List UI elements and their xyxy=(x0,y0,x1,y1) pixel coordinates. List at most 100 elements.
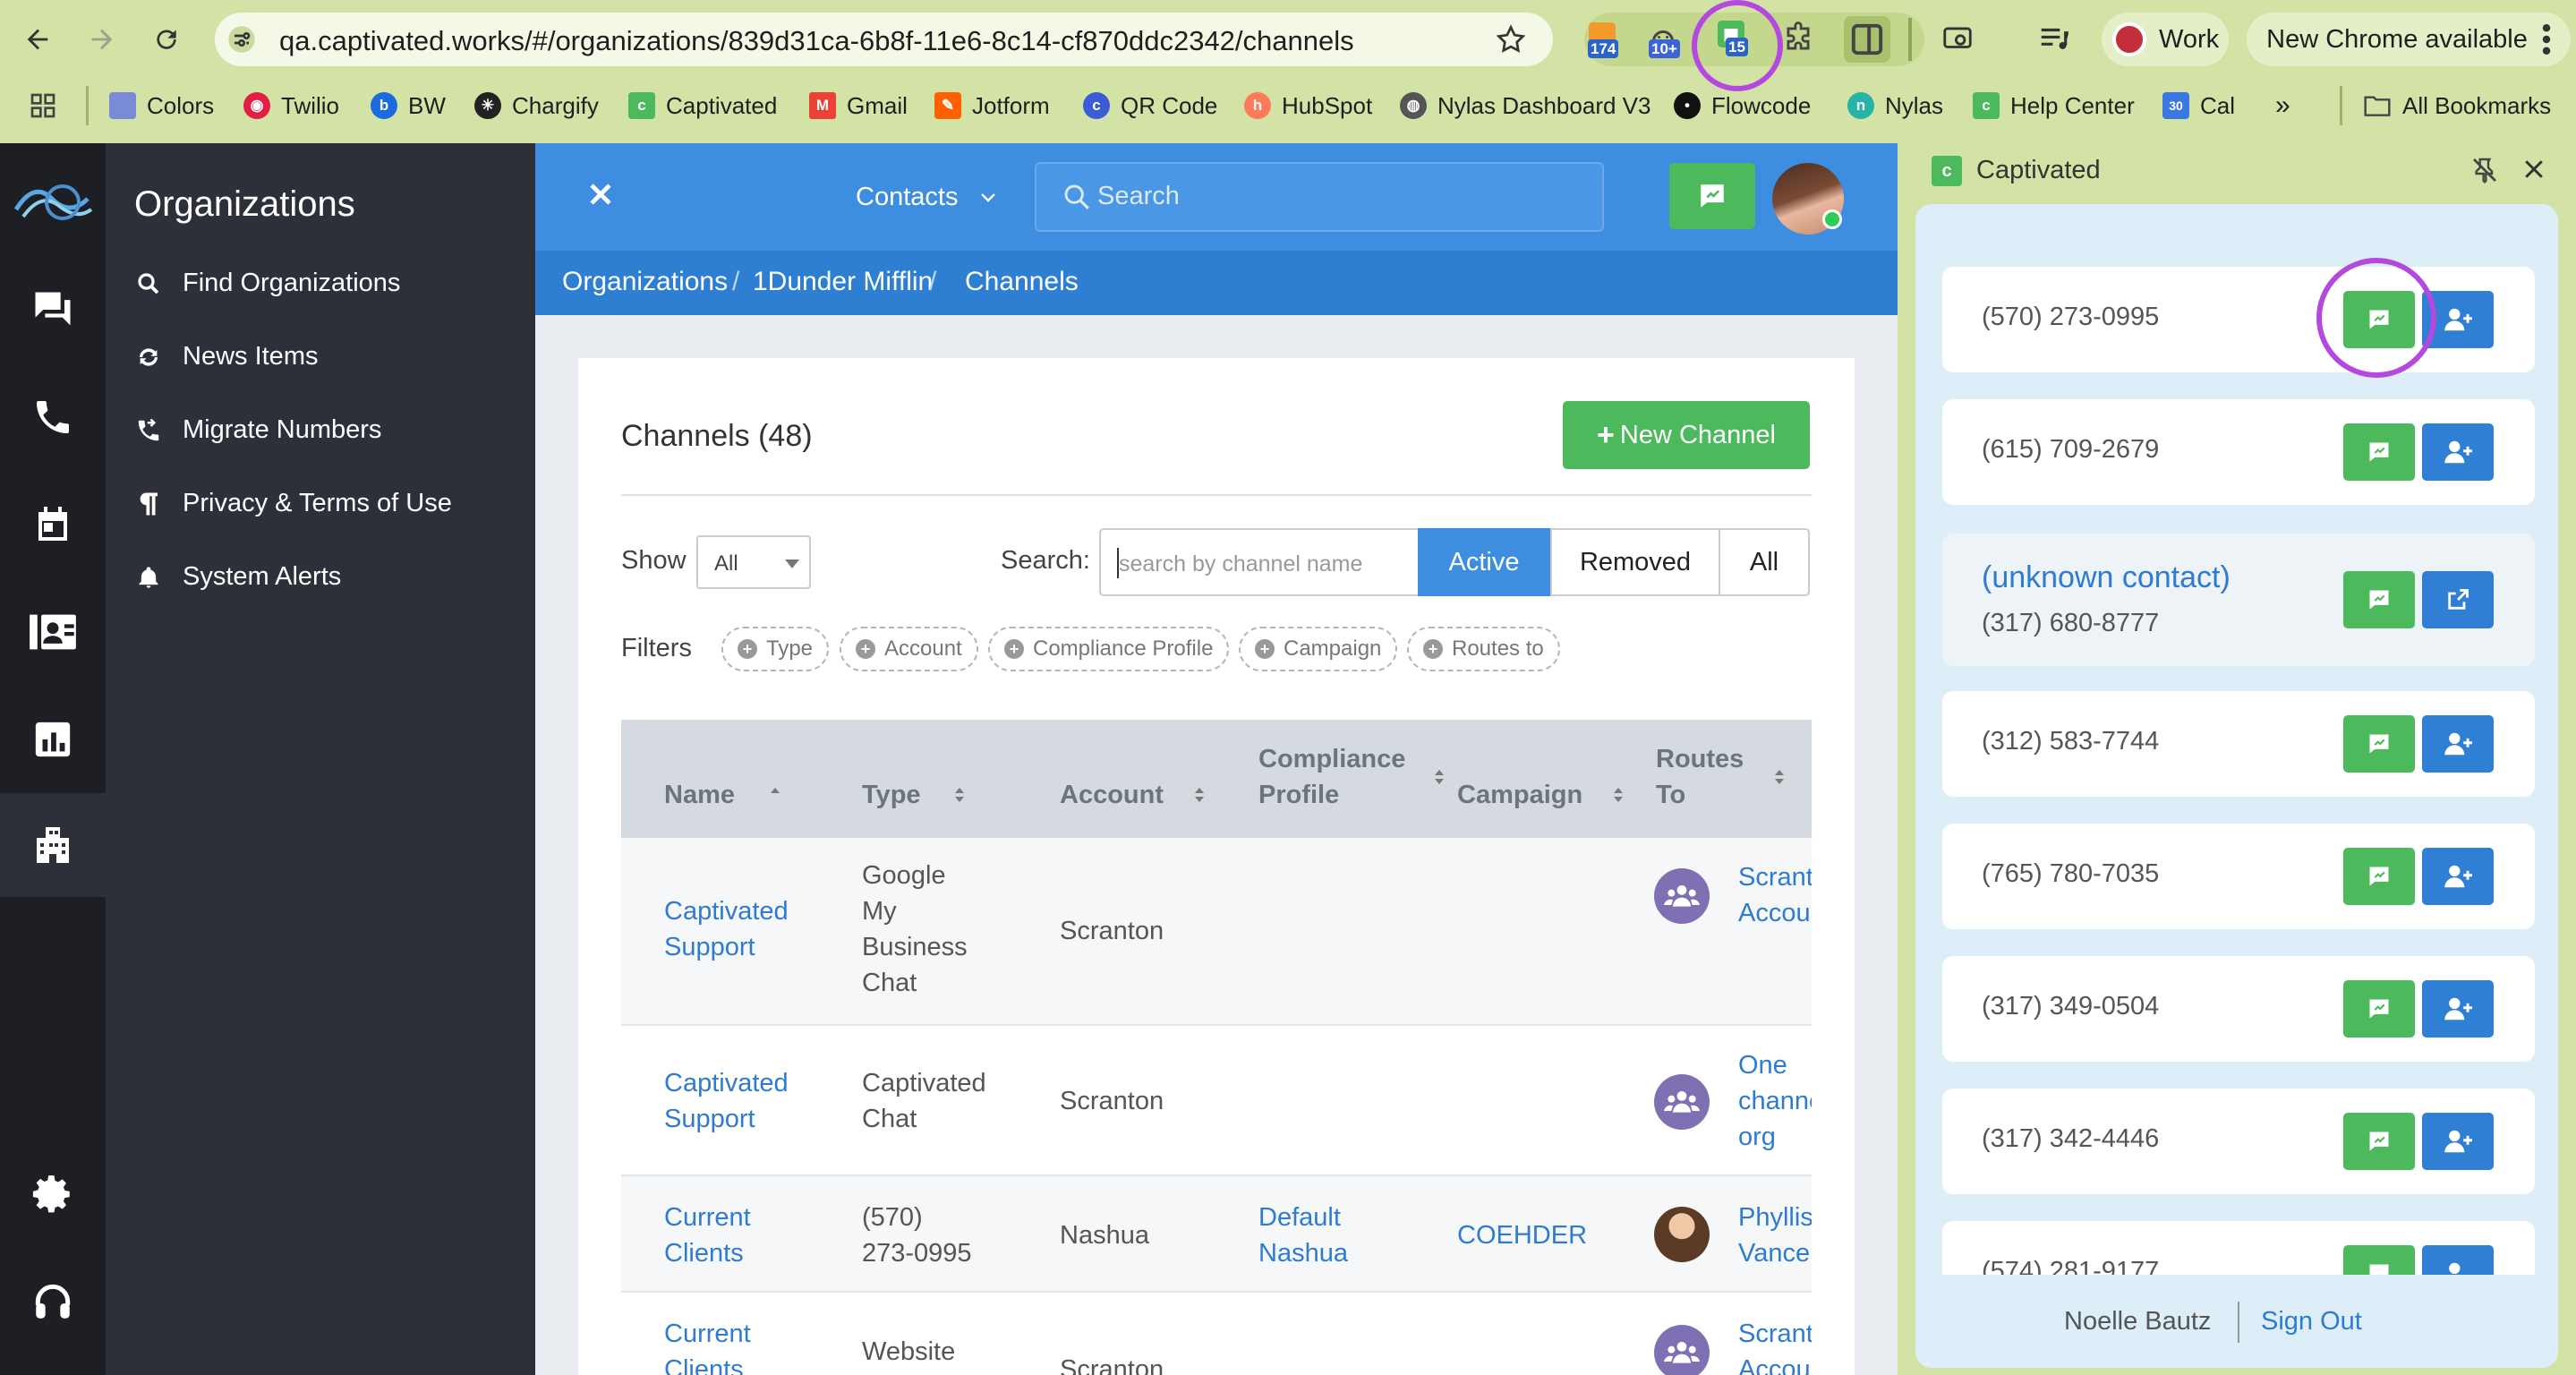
routes-to-link[interactable]: One channel org xyxy=(1738,1047,1812,1155)
forward-icon[interactable] xyxy=(84,21,120,57)
close-icon[interactable] xyxy=(2521,156,2547,183)
extension-android-icon[interactable]: 10+ xyxy=(1647,20,1686,59)
nav-item-find-organizations[interactable]: Find Organizations xyxy=(134,269,400,298)
bookmark-twilio[interactable]: ◉ Twilio xyxy=(243,90,339,122)
more-bookmarks-chevron-icon[interactable]: » xyxy=(2275,90,2290,122)
contacts-card-icon[interactable] xyxy=(26,605,80,659)
channel-name-link[interactable]: Current Clients xyxy=(664,1316,780,1375)
bookmark-colors[interactable]: Colors xyxy=(109,90,214,122)
conversations-icon[interactable] xyxy=(26,283,80,337)
contact-card[interactable]: (317) 349-0504 xyxy=(1942,956,2535,1062)
column-header-routes-to[interactable]: Routes To xyxy=(1656,741,1744,813)
site-settings-icon[interactable] xyxy=(227,25,256,54)
phone-icon[interactable] xyxy=(26,390,80,444)
reload-icon[interactable] xyxy=(149,21,184,57)
routes-to-link[interactable]: Scranton Account xyxy=(1738,1316,1812,1375)
sort-icon[interactable] xyxy=(1432,766,1446,788)
new-message-button[interactable] xyxy=(1669,163,1755,229)
sort-icon[interactable] xyxy=(1192,784,1207,806)
bookmark-jotform[interactable]: ✎ Jotform xyxy=(934,90,1050,122)
extension-rss-icon[interactable]: 174 xyxy=(1586,20,1625,59)
organizations-building-icon[interactable] xyxy=(26,818,80,872)
bookmark-cal[interactable]: 30 Cal xyxy=(2162,90,2235,122)
back-icon[interactable] xyxy=(20,21,55,57)
side-panel-toggle-icon[interactable] xyxy=(1844,16,1890,63)
contact-card[interactable]: (317) 342-4446 xyxy=(1942,1089,2535,1194)
bookmark-nylas[interactable]: n Nylas xyxy=(1847,90,1943,122)
message-button[interactable] xyxy=(2343,571,2415,628)
apps-grid-icon[interactable] xyxy=(29,91,57,120)
contacts-dropdown[interactable]: Contacts xyxy=(856,183,997,212)
update-chrome-button[interactable]: New Chrome available xyxy=(2247,13,2571,66)
channel-search-input[interactable]: search by channel name xyxy=(1099,528,1418,596)
bookmark-captivated[interactable]: c Captivated xyxy=(628,90,777,122)
filter-routes-to[interactable]: + Routes to xyxy=(1407,627,1560,671)
column-header-type[interactable]: Type xyxy=(862,777,921,813)
toggle-removed[interactable]: Removed xyxy=(1550,528,1720,596)
bookmark-nylas-dashboard[interactable]: ◍ Nylas Dashboard V3 xyxy=(1400,90,1651,122)
filter-campaign[interactable]: + Campaign xyxy=(1239,627,1398,671)
url-text[interactable]: qa.captivated.works/#/organizations/839d… xyxy=(279,25,1354,57)
profile-chip[interactable]: Work xyxy=(2102,13,2229,66)
show-select[interactable]: All xyxy=(696,535,811,589)
column-header-account[interactable]: Account xyxy=(1060,777,1164,813)
routes-to-link[interactable]: Scranton Account xyxy=(1738,859,1812,931)
bookmark-chargify[interactable]: ✳ Chargify xyxy=(474,90,599,122)
captivated-logo-icon[interactable] xyxy=(7,175,97,229)
contact-card[interactable]: (312) 583-7744 xyxy=(1942,691,2535,797)
channel-name-link[interactable]: Current Clients xyxy=(664,1200,780,1271)
add-contact-button[interactable] xyxy=(2422,980,2494,1038)
bookmark-flowcode[interactable]: • Flowcode xyxy=(1674,90,1811,122)
contact-name-link[interactable]: (unknown contact) xyxy=(1982,560,2231,595)
routes-to-link[interactable]: Phyllis Vance xyxy=(1738,1200,1812,1271)
bookmark-bw[interactable]: b BW xyxy=(371,90,446,122)
message-button[interactable] xyxy=(2343,423,2415,481)
column-header-name[interactable]: Name xyxy=(664,777,735,813)
calendar-icon[interactable] xyxy=(26,498,80,551)
add-contact-button[interactable] xyxy=(2422,848,2494,905)
message-button[interactable] xyxy=(2343,1113,2415,1170)
channel-name-link[interactable]: Captivated Support xyxy=(664,1065,807,1137)
add-contact-button[interactable] xyxy=(2422,715,2494,773)
nav-item-news-items[interactable]: News Items xyxy=(134,342,318,372)
column-header-compliance-profile[interactable]: Compliance Profile xyxy=(1258,741,1411,813)
message-button[interactable] xyxy=(2343,980,2415,1038)
filter-account[interactable]: + Account xyxy=(840,627,978,671)
sort-icon[interactable] xyxy=(952,784,967,806)
toggle-active[interactable]: Active xyxy=(1418,528,1550,596)
sort-icon[interactable] xyxy=(1611,784,1625,806)
new-channel-button[interactable]: + New Channel xyxy=(1563,401,1810,469)
close-icon[interactable] xyxy=(585,179,616,209)
bookmark-gmail[interactable]: M Gmail xyxy=(809,90,908,122)
message-button[interactable] xyxy=(2343,715,2415,773)
nav-item-migrate-numbers[interactable]: Migrate Numbers xyxy=(134,415,381,445)
bookmark-hubspot[interactable]: h HubSpot xyxy=(1244,90,1372,122)
filter-compliance-profile[interactable]: + Compliance Profile xyxy=(988,627,1230,671)
media-queue-icon[interactable] xyxy=(2037,21,2071,56)
contact-card[interactable]: (615) 709-2679 xyxy=(1942,399,2535,505)
toggle-all[interactable]: All xyxy=(1720,528,1810,596)
bookmark-star-icon[interactable] xyxy=(1495,23,1527,56)
extensions-puzzle-icon[interactable] xyxy=(1781,21,1815,56)
bookmark-help-center[interactable]: c Help Center xyxy=(1973,90,2135,122)
sign-out-link[interactable]: Sign Out xyxy=(2261,1307,2362,1337)
channel-name-link[interactable]: Captivated Support xyxy=(664,893,807,965)
filter-type[interactable]: + Type xyxy=(721,627,830,671)
address-bar[interactable]: qa.captivated.works/#/organizations/839d… xyxy=(215,13,1553,66)
message-button[interactable] xyxy=(2343,848,2415,905)
screen-search-icon[interactable] xyxy=(1941,21,1975,56)
open-external-button[interactable] xyxy=(2422,571,2494,628)
nav-item-privacy-terms[interactable]: Privacy & Terms of Use xyxy=(134,489,452,518)
reports-chart-icon[interactable] xyxy=(26,713,80,766)
sort-asc-icon[interactable] xyxy=(768,784,782,806)
campaign-link[interactable]: COEHDER xyxy=(1457,1217,1587,1253)
nav-item-system-alerts[interactable]: System Alerts xyxy=(134,562,341,592)
bookmark-qr-code[interactable]: c QR Code xyxy=(1083,90,1217,122)
breadcrumb-dunder-mifflin[interactable]: 1Dunder Mifflin xyxy=(753,267,933,297)
global-search-input[interactable]: Search xyxy=(1035,162,1604,232)
compliance-profile-link[interactable]: Default Nashua xyxy=(1258,1200,1384,1271)
settings-gear-icon[interactable] xyxy=(26,1167,80,1221)
contact-card[interactable]: (unknown contact) (317) 680-8777 xyxy=(1942,534,2535,666)
breadcrumb-organizations[interactable]: Organizations xyxy=(562,267,728,297)
unpin-icon[interactable] xyxy=(2470,156,2499,184)
